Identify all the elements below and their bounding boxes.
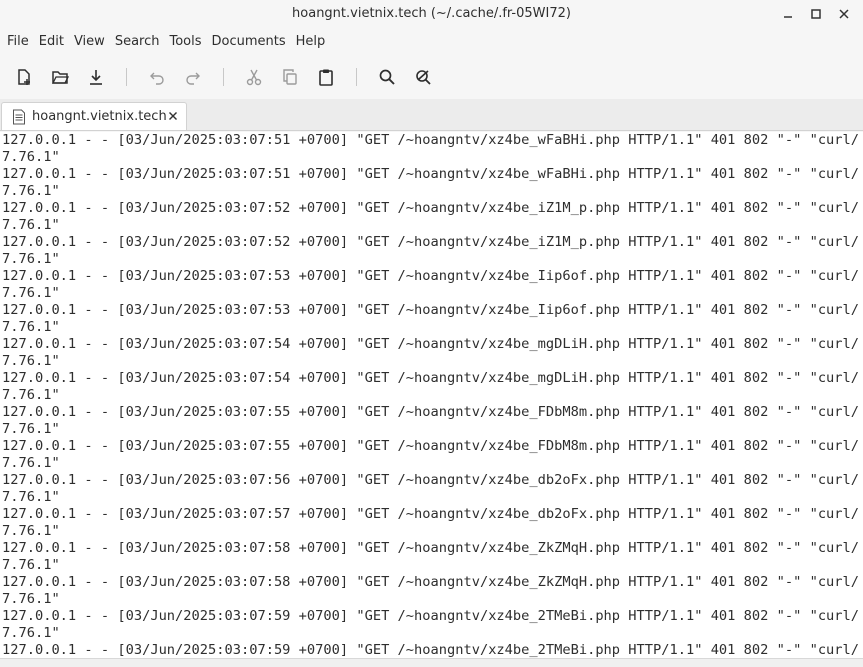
editor-line[interactable]: 127.0.0.1 - - [03/Jun/2025:03:07:56 +070… xyxy=(2,472,863,489)
toolbar xyxy=(0,55,863,99)
editor-line[interactable]: 127.0.0.1 - - [03/Jun/2025:03:07:58 +070… xyxy=(2,540,863,557)
menu-bar: File Edit View Search Tools Documents He… xyxy=(0,29,863,55)
editor-line[interactable]: 7.76.1" xyxy=(2,421,863,438)
text-editor-window: hoangnt.vietnix.tech (~/.cache/.fr-05WI7… xyxy=(0,0,863,667)
close-window-button[interactable] xyxy=(833,4,855,24)
editor-line[interactable]: 7.76.1" xyxy=(2,557,863,574)
text-document-icon xyxy=(13,109,25,124)
minimize-button[interactable] xyxy=(777,4,799,24)
find-replace-button[interactable] xyxy=(408,62,438,92)
find-replace-icon xyxy=(416,70,431,85)
document-tab-bar: hoangnt.vietnix.tech xyxy=(0,99,863,131)
editor-line[interactable]: 7.76.1" xyxy=(2,591,863,608)
tab-label: hoangnt.vietnix.tech xyxy=(32,109,167,124)
editor-line[interactable]: 7.76.1" xyxy=(2,523,863,540)
editor-line[interactable]: 7.76.1" xyxy=(2,625,863,642)
window-title: hoangnt.vietnix.tech (~/.cache/.fr-05WI7… xyxy=(292,6,571,21)
editor-line[interactable]: 7.76.1" xyxy=(2,149,863,166)
editor-content[interactable]: 127.0.0.1 - - [03/Jun/2025:03:07:51 +070… xyxy=(0,132,863,659)
copy-button[interactable] xyxy=(275,62,305,92)
cut-button[interactable] xyxy=(239,62,269,92)
minimize-icon xyxy=(784,16,792,18)
download-save-icon xyxy=(90,70,102,85)
window-controls xyxy=(777,4,855,24)
menu-documents[interactable]: Documents xyxy=(207,29,291,55)
close-icon xyxy=(839,9,849,19)
menu-tools[interactable]: Tools xyxy=(164,29,206,55)
menu-search[interactable]: Search xyxy=(110,29,165,55)
tab-close-button[interactable] xyxy=(168,109,178,125)
editor-line[interactable]: 7.76.1" xyxy=(2,251,863,268)
editor-line[interactable]: 127.0.0.1 - - [03/Jun/2025:03:07:55 +070… xyxy=(2,404,863,421)
editor-line[interactable]: 7.76.1" xyxy=(2,387,863,404)
editor-line[interactable]: 7.76.1" xyxy=(2,455,863,472)
editor-line[interactable]: 127.0.0.1 - - [03/Jun/2025:03:07:53 +070… xyxy=(2,302,863,319)
editor-line[interactable]: 7.76.1" xyxy=(2,217,863,234)
clipboard-icon xyxy=(319,69,333,86)
folder-open-icon xyxy=(51,71,69,84)
toolbar-separator xyxy=(356,68,357,86)
menu-edit[interactable]: Edit xyxy=(34,29,69,55)
title-bar: hoangnt.vietnix.tech (~/.cache/.fr-05WI7… xyxy=(0,0,863,29)
editor-line[interactable]: 127.0.0.1 - - [03/Jun/2025:03:07:59 +070… xyxy=(2,608,863,625)
new-document-icon xyxy=(18,69,30,85)
undo-button[interactable] xyxy=(142,62,172,92)
editor-line[interactable]: 127.0.0.1 - - [03/Jun/2025:03:07:54 +070… xyxy=(2,336,863,353)
editor-line[interactable]: 127.0.0.1 - - [03/Jun/2025:03:07:51 +070… xyxy=(2,132,863,149)
text-editor-area[interactable]: 127.0.0.1 - - [03/Jun/2025:03:07:51 +070… xyxy=(0,132,863,667)
menu-view[interactable]: View xyxy=(69,29,110,55)
paste-button[interactable] xyxy=(311,62,341,92)
close-icon xyxy=(169,111,177,120)
search-icon xyxy=(379,69,395,85)
editor-line[interactable]: 127.0.0.1 - - [03/Jun/2025:03:07:59 +070… xyxy=(2,642,863,659)
editor-line[interactable]: 7.76.1" xyxy=(2,285,863,302)
editor-line[interactable]: 127.0.0.1 - - [03/Jun/2025:03:07:52 +070… xyxy=(2,200,863,217)
editor-line[interactable]: 7.76.1" xyxy=(2,489,863,506)
editor-line[interactable]: 7.76.1" xyxy=(2,319,863,336)
redo-button[interactable] xyxy=(178,62,208,92)
document-tab[interactable]: hoangnt.vietnix.tech xyxy=(1,102,187,130)
status-bar xyxy=(0,658,863,667)
editor-line[interactable]: 127.0.0.1 - - [03/Jun/2025:03:07:54 +070… xyxy=(2,370,863,387)
new-document-button[interactable] xyxy=(9,62,39,92)
undo-icon xyxy=(150,72,164,85)
editor-line[interactable]: 7.76.1" xyxy=(2,183,863,200)
editor-line[interactable]: 7.76.1" xyxy=(2,353,863,370)
editor-line[interactable]: 127.0.0.1 - - [03/Jun/2025:03:07:52 +070… xyxy=(2,234,863,251)
editor-line[interactable]: 127.0.0.1 - - [03/Jun/2025:03:07:58 +070… xyxy=(2,574,863,591)
editor-line[interactable]: 127.0.0.1 - - [03/Jun/2025:03:07:51 +070… xyxy=(2,166,863,183)
maximize-button[interactable] xyxy=(805,4,827,24)
menu-file[interactable]: File xyxy=(2,29,34,55)
save-button[interactable] xyxy=(81,62,111,92)
maximize-icon xyxy=(811,9,821,19)
open-button[interactable] xyxy=(45,62,75,92)
editor-line[interactable]: 127.0.0.1 - - [03/Jun/2025:03:07:55 +070… xyxy=(2,438,863,455)
copy-icon xyxy=(283,69,297,85)
scissors-icon xyxy=(246,69,262,86)
menu-help[interactable]: Help xyxy=(291,29,331,55)
toolbar-separator xyxy=(126,68,127,86)
editor-line[interactable]: 127.0.0.1 - - [03/Jun/2025:03:07:57 +070… xyxy=(2,506,863,523)
editor-line[interactable]: 127.0.0.1 - - [03/Jun/2025:03:07:53 +070… xyxy=(2,268,863,285)
toolbar-separator xyxy=(223,68,224,86)
find-button[interactable] xyxy=(372,62,402,92)
redo-icon xyxy=(186,72,200,85)
